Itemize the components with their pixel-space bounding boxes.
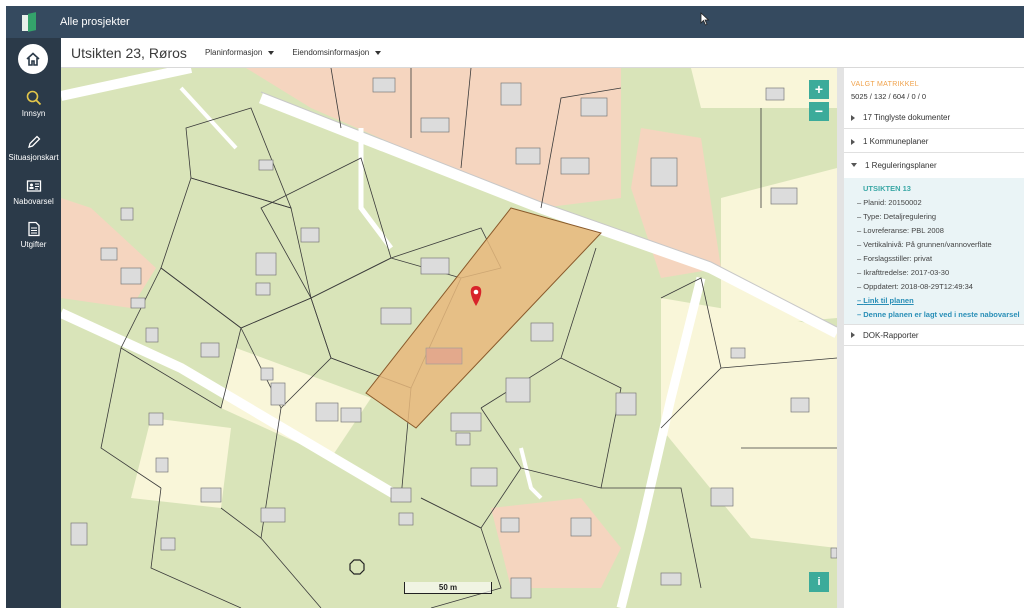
- menu-label: Eiendomsinformasjon: [292, 48, 370, 57]
- page-header: Utsikten 23, Røros Planinformasjon Eiend…: [61, 38, 1024, 68]
- plan-detail: UTSIKTEN 13 – Planid: 20150002 – Type: D…: [844, 178, 1024, 324]
- road: [179, 86, 238, 150]
- chevron-down-icon: [851, 163, 857, 167]
- road: [61, 68, 193, 101]
- sidebar-item-innsyn[interactable]: Innsyn: [6, 90, 61, 118]
- pencil-icon: [27, 135, 40, 148]
- plan-title: UTSIKTEN 13: [863, 184, 911, 193]
- sidebar-item-situasjonskart[interactable]: Situasjonskart: [6, 134, 61, 162]
- info-panel: VALGT MATRIKKEL 5025 / 132 / 604 / 0 / 0…: [844, 68, 1024, 608]
- selected-cadastre-value: 5025 / 132 / 604 / 0 / 0: [851, 92, 927, 101]
- octagon-marker: [349, 559, 365, 575]
- chevron-right-icon: [851, 138, 855, 145]
- all-projects-link[interactable]: Alle prosjekter: [60, 16, 130, 28]
- section-label: 17 Tinglyste dokumenter: [863, 113, 951, 122]
- eiendomsinformasjon-menu[interactable]: Eiendomsinformasjon: [292, 48, 382, 57]
- property-address: Utsikten 23, Røros: [71, 44, 187, 61]
- plan-row: – Lovreferanse: PBL 2008: [857, 226, 944, 235]
- sidebar-item-label: Utgifter: [20, 240, 47, 249]
- plan-row: – Vertikalnivå: På grunnen/vannoverflate: [857, 240, 992, 249]
- section-reguleringsplaner[interactable]: 1 Reguleringsplaner: [844, 154, 1024, 176]
- plan-row: – Oppdatert: 2018-08-29T12:49:34: [857, 282, 973, 291]
- plan-notice: – Denne planen er lagt ved i neste nabov…: [857, 310, 1020, 319]
- sidebar-item-utgifter[interactable]: Utgifter: [6, 221, 61, 249]
- chevron-right-icon: [851, 332, 855, 338]
- building: [425, 347, 463, 365]
- sidebar-item-label: Situasjonskart: [8, 153, 59, 162]
- home-button[interactable]: [18, 44, 48, 74]
- section-tinglyste-dokumenter[interactable]: 17 Tinglyste dokumenter: [844, 107, 1024, 129]
- caret-down-icon: [375, 50, 382, 55]
- panel-splitter[interactable]: [837, 68, 844, 608]
- plan-row: – Type: Detaljregulering: [857, 212, 937, 221]
- residential-zone: [491, 498, 621, 588]
- id-card-icon: [26, 180, 41, 192]
- search-icon: [26, 90, 41, 106]
- plan-link[interactable]: – Link til planen: [857, 296, 914, 305]
- document-icon: [27, 221, 40, 237]
- caret-down-icon: [268, 50, 275, 55]
- section-kommuneplaner[interactable]: 1 Kommuneplaner: [844, 131, 1024, 153]
- sidebar: Innsyn Situasjonskart Nabovarsel Utgifte…: [6, 38, 61, 608]
- map-canvas[interactable]: [61, 68, 837, 608]
- zoom-out-button[interactable]: −: [809, 102, 829, 121]
- planinformasjon-menu[interactable]: Planinformasjon: [204, 48, 275, 57]
- mouse-cursor-icon: [700, 12, 710, 26]
- home-icon: [26, 52, 40, 66]
- section-dok-rapporter[interactable]: DOK-Rapporter: [844, 324, 1024, 346]
- app-logo[interactable]: [22, 12, 36, 32]
- map-info-button[interactable]: i: [809, 572, 829, 592]
- section-label: 1 Kommuneplaner: [863, 137, 929, 146]
- selected-cadastre-label: VALGT MATRIKKEL: [851, 81, 919, 88]
- menu-label: Planinformasjon: [204, 48, 263, 57]
- plan-row: – Ikrafttredelse: 2017-03-30: [857, 268, 950, 277]
- map-scale-bar: 50 m: [404, 582, 492, 594]
- plan-row: – Planid: 20150002: [857, 198, 922, 207]
- plan-row: – Forslagsstiller: privat: [857, 254, 933, 263]
- sidebar-item-nabovarsel[interactable]: Nabovarsel: [6, 178, 61, 206]
- road: [519, 447, 543, 500]
- chevron-right-icon: [851, 114, 855, 121]
- zoom-in-button[interactable]: +: [809, 80, 829, 99]
- sidebar-item-label: Nabovarsel: [13, 197, 54, 206]
- sidebar-item-label: Innsyn: [21, 109, 46, 118]
- section-label: DOK-Rapporter: [863, 330, 919, 340]
- map-view[interactable]: + − i 50 m: [61, 68, 837, 608]
- top-bar: Alle prosjekter: [6, 6, 1024, 38]
- section-label: 1 Reguleringsplaner: [865, 160, 937, 170]
